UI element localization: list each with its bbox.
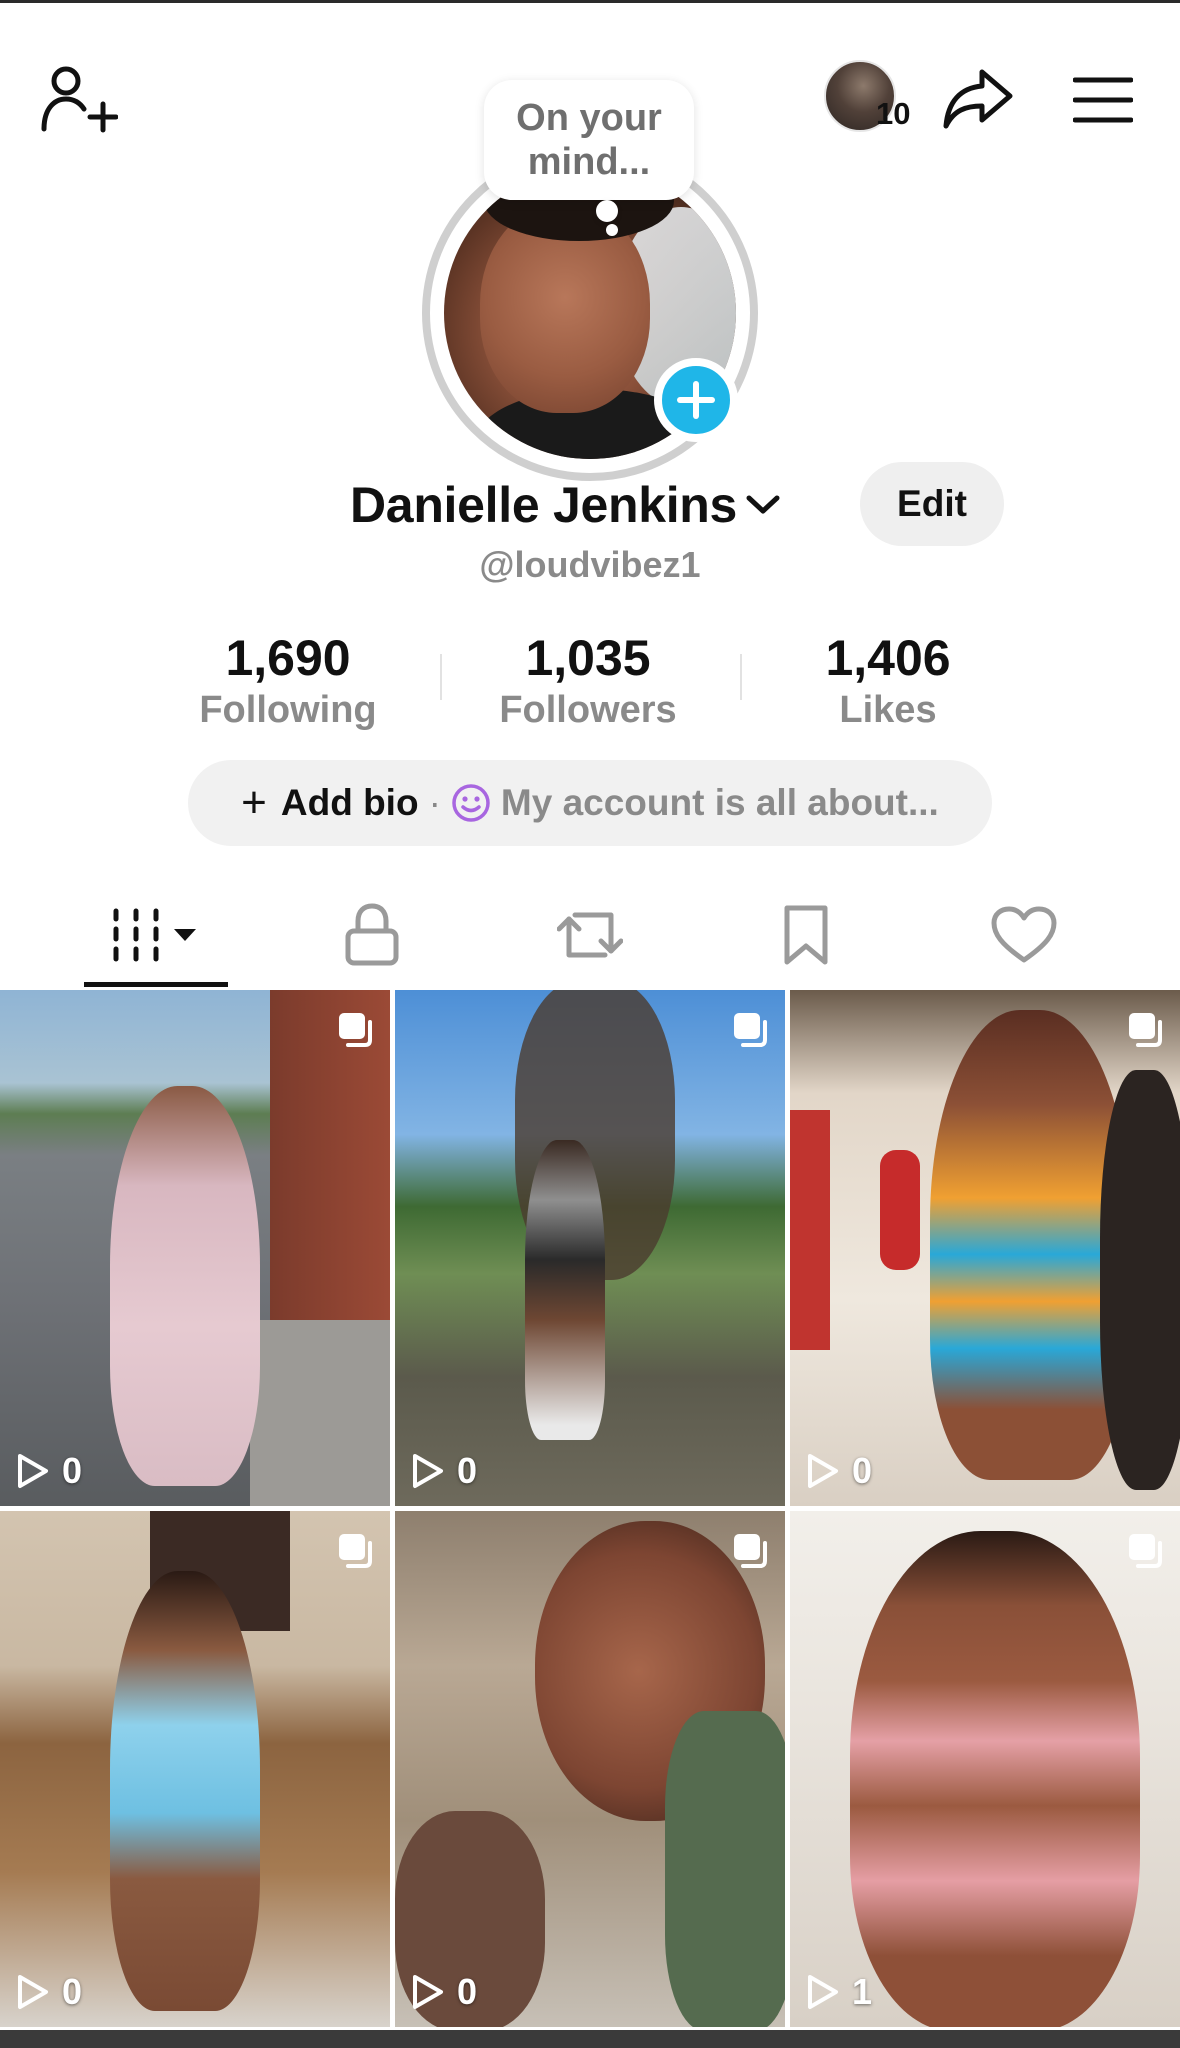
video-grid: 0 0 0 0 0 1 [0,990,1180,2048]
share-profile-button[interactable] [938,64,1018,134]
thumb-photo-detail [110,1086,260,1486]
multi-clip-icon [1129,1534,1162,1568]
video-thumbnail[interactable]: 0 [395,990,785,1506]
edit-profile-button[interactable]: Edit [860,462,1004,546]
video-thumbnail[interactable]: 0 [0,1511,390,2027]
thumb-photo-detail [250,1320,390,1506]
profile-visitors-button[interactable]: 10 [822,58,922,138]
person-plus-icon [41,66,118,133]
plus-icon: + [241,778,267,827]
view-count-value: 0 [852,1450,873,1491]
status-note-bubble[interactable]: On your mind... [484,80,694,200]
multi-clip-icon [339,1534,372,1568]
video-thumbnail[interactable]: 0 [0,990,390,1506]
thumb-photo-detail [880,1150,920,1270]
visitor-count: 10 [876,96,911,131]
play-icon [808,1975,838,2009]
stat-label: Followers [499,689,677,731]
play-icon [413,1454,443,1488]
view-count-value: 0 [457,1450,478,1491]
next-row-thumbnails [0,2030,1180,2048]
thumb-photo-detail [525,1140,605,1440]
view-count-value: 0 [457,1971,478,2012]
chevron-down-icon [743,485,783,525]
view-count-value: 0 [62,1971,83,2012]
tab-reposts[interactable] [510,880,670,990]
view-count-value: 0 [62,1450,83,1491]
stat-value: 1,035 [525,630,651,686]
view-count-value: 1 [852,1971,873,2012]
multi-clip-icon [339,1013,372,1047]
multi-clip-icon [734,1534,767,1568]
view-count: 1 [806,1971,872,2013]
view-count: 0 [16,1971,82,2013]
view-count: 0 [806,1450,872,1492]
play-icon [18,1454,48,1488]
thumb-photo-detail [110,1571,260,2011]
hamburger-menu-icon [1073,77,1133,123]
multi-clip-icon [734,1013,767,1047]
play-icon [413,1975,443,2009]
view-count: 0 [411,1450,477,1492]
account-switcher[interactable]: Danielle Jenkins [350,474,783,536]
tab-liked[interactable] [944,880,1104,990]
display-name: Danielle Jenkins [350,477,738,533]
add-bio-button[interactable]: + Add bio · My account is all about... [188,760,992,846]
top-border [0,0,1180,3]
active-tab-indicator [84,982,228,987]
video-thumbnail[interactable]: 0 [790,990,1180,1506]
tab-favorites[interactable] [726,880,886,990]
video-thumbnail[interactable]: 0 [395,1511,785,2027]
stat-value: 1,406 [825,630,951,686]
bio-placeholder: My account is all about... [500,782,939,823]
add-friend-button[interactable] [34,58,124,138]
view-count: 0 [411,1971,477,2013]
share-arrow-icon [943,69,1013,129]
video-thumbnail[interactable]: 1 [790,1511,1180,2027]
tab-private[interactable] [292,880,452,990]
profile-tabs [0,880,1180,990]
thumb-photo-detail [850,1531,1140,2027]
play-icon [18,1975,48,2009]
stat-divider [440,654,442,700]
stat-value: 1,690 [225,630,351,686]
stat-likes[interactable]: 1,406 Likes [758,628,1018,732]
stat-divider [740,654,742,700]
plus-icon [677,381,715,419]
lock-icon [345,903,399,966]
repost-icon [557,912,623,958]
smiley-icon [452,784,490,822]
menu-button[interactable] [1068,70,1138,130]
username-handle: @loudvibez1 [479,544,701,585]
multi-clip-icon [1129,1013,1162,1047]
thumb-photo-detail [665,1711,785,2027]
thumb-photo-detail [1100,1070,1180,1490]
stat-label: Likes [839,689,937,731]
tab-videos[interactable] [76,880,236,990]
bookmark-icon [784,905,828,965]
thumb-photo-detail [790,1110,830,1350]
stat-label: Following [199,689,377,731]
play-icon [808,1454,838,1488]
stat-followers[interactable]: 1,035 Followers [458,628,718,732]
grid-bars-icon [113,908,196,962]
heart-icon [991,906,1057,963]
bubble-tail [606,224,618,236]
bio-separator: · [428,782,441,823]
view-count: 0 [16,1450,82,1492]
stat-following[interactable]: 1,690 Following [158,628,418,732]
bubble-tail [596,200,618,222]
add-story-button[interactable] [654,358,738,442]
add-bio-label: Add bio [280,782,419,823]
